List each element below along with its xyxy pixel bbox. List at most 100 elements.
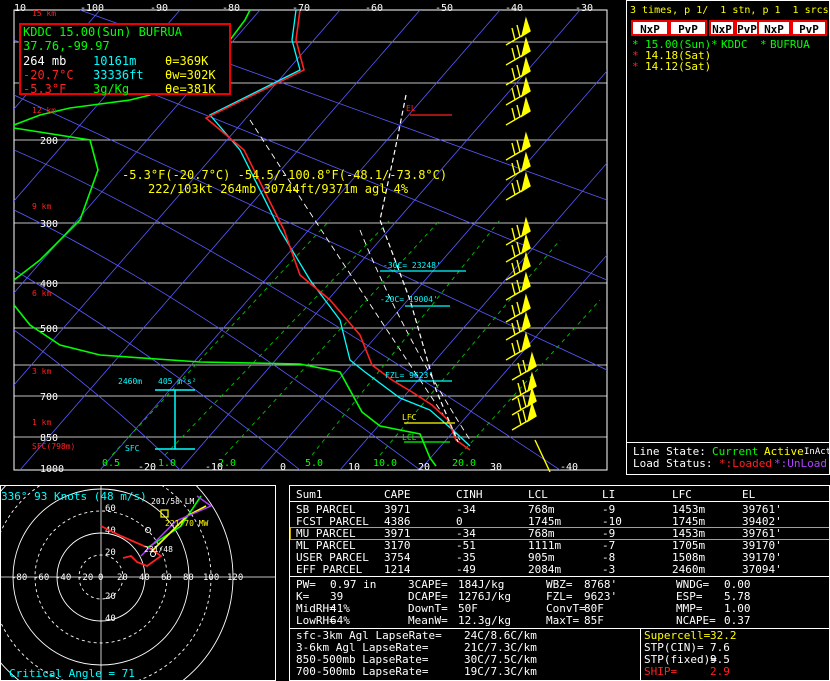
stn-next-page-button[interactable]: NxP (709, 20, 735, 36)
hodograph-rings (1, 486, 234, 680)
temp-tick-label: -90 (150, 3, 168, 14)
table-header-row: Sum1 CAPE CINH LCL LI LFC EL (290, 488, 829, 501)
table-cell: -49 (456, 563, 476, 576)
hodograph-header: 336° 93 Knots (48 m/s) (1, 490, 147, 503)
x-tick-label: 20 (117, 573, 128, 583)
table-cell: -3 (602, 563, 616, 576)
stn-prev-page-button[interactable]: PvP (735, 20, 759, 36)
height-label: 1 km (32, 418, 51, 427)
cursor-readout-line2: 222/103kt 264mb 30744ft/9371m agl 4% (148, 182, 409, 196)
mixing-ratio-label: 5.0 (305, 458, 323, 469)
x-tick-label: -80 (11, 573, 27, 583)
divider (290, 501, 829, 502)
composite-value: 2.9 (710, 665, 730, 678)
minus20c-label: -20C= 19004' (380, 295, 438, 304)
active-marker: * (760, 38, 767, 51)
coords-label: 37.76,-99.97 (23, 39, 110, 53)
temp-tick-label: -30 (575, 3, 593, 14)
source-label: BUFRUA (770, 38, 810, 51)
x-tick-label: 0 (98, 573, 103, 583)
table-cell: 37094' (742, 563, 782, 576)
x-tick-label: 60 (161, 573, 172, 583)
skewt-panel[interactable]: 10 -100 -90 -80 -70 -60 -50 -40 -30 200 … (0, 0, 613, 480)
time-prev-page-button[interactable]: PvP (669, 20, 707, 36)
temp-tick-label: -70 (292, 3, 310, 14)
parameter-value: 85F (584, 614, 604, 627)
src-prev-page-button[interactable]: PvP (791, 20, 827, 36)
mixing-ratio-label: 2.0 (218, 458, 236, 469)
load-status-label: Load Status: (633, 457, 713, 470)
temp-tick-label: 20 (418, 462, 430, 473)
list-header: 3 times, p 1/ 1 stn, p 1 1 srcs, p 1/ (630, 5, 829, 16)
y-tick-label: 20 (105, 548, 116, 558)
temp-tick-label: 0 (280, 462, 286, 473)
temp-tick-label: -40 (505, 3, 523, 14)
height-ft-value: 33336ft (93, 68, 144, 82)
height-label: 3 km (32, 367, 51, 376)
mixing-ratio-label: 0.5 (102, 458, 120, 469)
thetaw-value: θw=302K (165, 68, 216, 82)
parameter-value: 0.37 (724, 614, 751, 627)
x-tick-label: 120 (227, 573, 243, 583)
column-header: EL (742, 488, 756, 501)
parameter-label: MeanW= (408, 614, 448, 627)
pressure-label: 300 (40, 219, 58, 230)
active-marker: * (711, 38, 718, 51)
pressure-label: 200 (40, 136, 58, 147)
storm-motion-mw: 221/70 MW (165, 519, 209, 528)
sample-info-box: KDDC 15.00(Sun) BUFRUA 37.76,-99.97 264 … (19, 23, 231, 95)
time-next-page-button[interactable]: NxP (631, 20, 669, 36)
column-header: CINH (456, 488, 483, 501)
y-tick-label: 60 (105, 504, 116, 514)
hodograph-panel[interactable]: -80 -60 -40 -20 0 20 40 60 80 100 120 60… (0, 485, 276, 681)
temp-c-value: -20.7°C (23, 68, 74, 82)
parameter-label: NCAPE= (676, 614, 716, 627)
pressure-label: 1000 (40, 464, 64, 475)
temp-tick-label: -40 (560, 462, 578, 473)
pressure-value: 264 mb (23, 54, 67, 68)
temp-tick-label: -100 (80, 3, 104, 14)
column-header: Sum1 (296, 488, 323, 501)
height-label: 15 km (32, 9, 56, 18)
parameter-row: LowRH= 64% MeanW= 12.3g/kg MaxT= 85F NCAPE= 0.3… (290, 614, 829, 627)
lcl-label: LCL (402, 433, 417, 442)
hodograph[interactable]: -80 -60 -40 -20 0 20 40 60 80 100 120 60… (1, 486, 276, 681)
pressure-label: 500 (40, 324, 58, 335)
y-tick-label: 40 (105, 614, 116, 624)
mixing-ratio-value: 3g/Kg (93, 82, 130, 96)
mixing-ratio-label: 20.0 (452, 458, 476, 469)
cursor-readout-line1: -5.3°F(-20.7°C) -54.5/-100.8°F(-48.1/-73… (122, 168, 447, 182)
parcel-row[interactable]: EFF PARCEL 1214 -49 2084m -3 2460m 37094' (290, 563, 829, 576)
x-tick-label: -60 (33, 573, 49, 583)
height-label: 12 km (32, 106, 56, 115)
mixing-ratio-label: 1.0 (158, 458, 176, 469)
x-tick-label: 100 (203, 573, 219, 583)
divider (290, 576, 829, 577)
src-next-page-button[interactable]: NxP (757, 20, 791, 36)
station-label: KDDC (721, 38, 748, 51)
station-label: KDDC 15.00(Sun) BUFRUA (23, 25, 182, 39)
temp-tick-label: -50 (435, 3, 453, 14)
data-list-panel: 3 times, p 1/ 1 stn, p 1 1 srcs, p 1/ Nx… (626, 0, 830, 475)
column-header: CAPE (384, 488, 411, 501)
left-mover-marker (145, 527, 151, 533)
table-cell: 2460m (672, 563, 706, 576)
x-tick-label: -20 (77, 573, 93, 583)
composite-label: SHIP= (644, 665, 678, 678)
inflow-sfc-label: SFC (125, 444, 140, 453)
x-tick-label: 80 (183, 573, 194, 583)
temp-tick-label: 30 (490, 462, 502, 473)
critical-angle-label: Critical Angle = 71 (9, 667, 135, 680)
fzl-label: FZL= 9623' (385, 371, 433, 380)
el-label: EL (406, 104, 416, 113)
table-cell: 2084m (528, 563, 562, 576)
temp-tick-label: -20 (138, 462, 156, 473)
thetae-value: θe=381K (165, 82, 216, 96)
unload-marker: * (632, 60, 639, 73)
table-cell: 1214 (384, 563, 411, 576)
parameter-label: MaxT= (546, 614, 580, 627)
parameter-value: 64% (330, 614, 350, 627)
unload-status: *:UnLoad (774, 457, 827, 470)
storm-motion-lm: 201/58 LM (151, 497, 195, 506)
lfc-label: LFC (402, 413, 417, 422)
